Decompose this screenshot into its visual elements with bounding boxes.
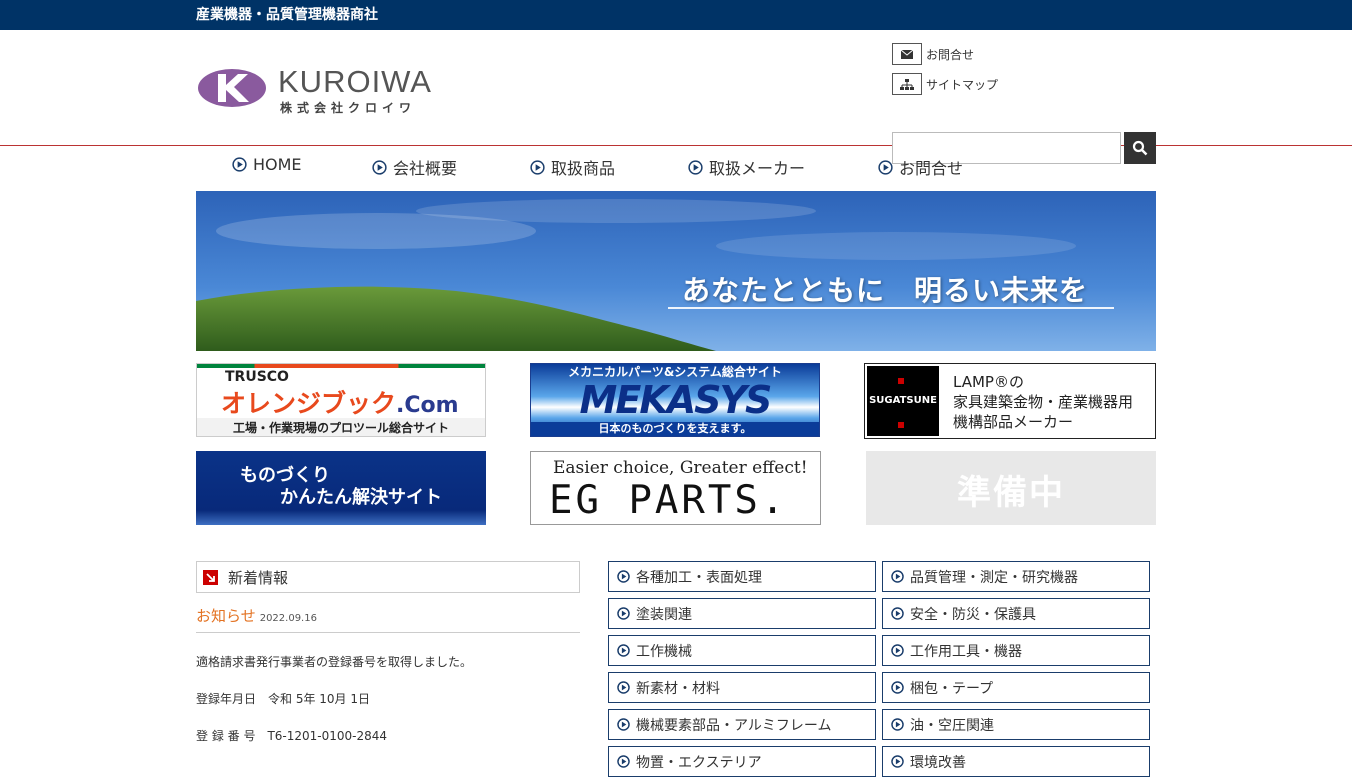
play-circle-icon <box>617 644 630 657</box>
trusco-caption: 工場・作業現場のプロツール総合サイト <box>197 418 485 436</box>
sitemap-icon <box>892 73 922 95</box>
banner-sugatsune[interactable]: SUGATSUNE LAMP®の 家具建築金物・産業機器用 機構部品メーカー <box>864 363 1156 439</box>
play-circle-icon <box>232 157 247 172</box>
category-link[interactable]: 安全・防災・保護具 <box>882 598 1150 629</box>
news-section: 新着情報 お知らせ 2022.09.16 適格請求書発行事業者の登録番号を取得しま… <box>196 561 580 744</box>
banner-mekasys[interactable]: メカニカルパーツ&システム総合サイト MEKASYS 日本のものづくりを支えます… <box>530 363 820 437</box>
nav-products[interactable]: 取扱商品 <box>530 155 615 179</box>
mekasys-bottom: 日本のものづくりを支えます。 <box>531 422 819 436</box>
header-link-label: お問合せ <box>926 47 975 62</box>
sugatsune-text: LAMP®の 家具建築金物・産業機器用 機構部品メーカー <box>953 373 1134 431</box>
site-logo[interactable]: KUROIWA 株式会社クロイワ <box>196 64 456 115</box>
kuroiwa-logo-icon <box>198 69 266 107</box>
header-link-contact[interactable]: お問合せ <box>892 43 998 65</box>
play-circle-icon <box>891 755 904 768</box>
nav-label: HOME <box>253 155 302 174</box>
banner-eg-parts[interactable]: Easier choice, Greater effect! EG PARTS. <box>530 451 821 525</box>
play-circle-icon <box>617 755 630 768</box>
banner-monozukuri[interactable]: ものづくり かんたん解決サイト <box>196 451 486 525</box>
category-link[interactable]: 工作機械 <box>608 635 876 666</box>
egparts-logo: EG PARTS. <box>549 478 788 523</box>
header-link-label: サイトマップ <box>926 77 999 92</box>
hero-slogan: あなたとともに 明るい未来を <box>682 274 1089 307</box>
news-body-3: 登 録 番 号 T6-1201-0100-2844 <box>196 729 388 743</box>
logo-name: KUROIWA <box>278 64 432 99</box>
egparts-tagline: Easier choice, Greater effect! <box>553 458 808 478</box>
trusco-brand: TRUSCO <box>225 369 289 385</box>
play-circle-icon <box>688 159 703 175</box>
category-link[interactable]: 新素材・材料 <box>608 672 876 703</box>
news-item-title[interactable]: お知らせ 2022.09.16 <box>196 605 580 633</box>
header-links: お問合せ サイトマップ <box>892 43 998 103</box>
header-link-sitemap[interactable]: サイトマップ <box>892 73 998 95</box>
banner-preparing: 準備中 <box>866 451 1156 525</box>
play-circle-icon <box>617 570 630 583</box>
banner-trusco-orangebook[interactable]: TRUSCO オレンジブック.Com 工場・作業現場のプロツール総合サイト <box>196 363 486 437</box>
category-link[interactable]: 塗装関連 <box>608 598 876 629</box>
nav-label: 会社概要 <box>393 159 458 178</box>
hero-underline <box>668 307 1114 309</box>
nav-label: 取扱商品 <box>551 159 616 178</box>
monozukuri-text: ものづくり かんたん解決サイト <box>240 465 442 508</box>
category-link[interactable]: 工作用工具・機器 <box>882 635 1150 666</box>
top-bar: 産業機器・品質管理機器商社 <box>0 0 1352 30</box>
play-circle-icon <box>372 159 387 175</box>
nav-company[interactable]: 会社概要 <box>372 155 457 179</box>
hero-banner: あなたとともに 明るい未来を <box>196 191 1156 351</box>
nav-home[interactable]: HOME <box>232 155 302 174</box>
category-link[interactable]: 油・空圧関連 <box>882 709 1150 740</box>
category-link[interactable]: 梱包・テープ <box>882 672 1150 703</box>
site-tagline: 産業機器・品質管理機器商社 <box>196 7 378 23</box>
nav-contact[interactable]: お問合せ <box>878 155 963 179</box>
category-link[interactable]: 物置・エクステリア <box>608 746 876 777</box>
main-nav: HOME 会社概要 取扱商品 取扱メーカー お問合せ <box>0 155 1352 183</box>
play-circle-icon <box>878 159 893 175</box>
logo-subtitle: 株式会社クロイワ <box>280 101 417 115</box>
arrow-down-right-icon <box>203 569 218 585</box>
category-link[interactable]: 環境改善 <box>882 746 1150 777</box>
trusco-title: オレンジブック.Com <box>221 389 459 418</box>
envelope-icon <box>892 43 922 65</box>
nav-label: お問合せ <box>899 159 964 178</box>
play-circle-icon <box>891 570 904 583</box>
search-icon <box>1132 140 1148 156</box>
play-circle-icon <box>617 681 630 694</box>
play-circle-icon <box>617 718 630 731</box>
news-date: 2022.09.16 <box>259 613 317 624</box>
play-circle-icon <box>530 159 545 175</box>
play-circle-icon <box>617 607 630 620</box>
mekasys-logo: MEKASYS <box>579 378 773 422</box>
news-heading: 新着情報 <box>196 561 580 593</box>
play-circle-icon <box>891 644 904 657</box>
play-circle-icon <box>891 607 904 620</box>
play-circle-icon <box>891 718 904 731</box>
category-link[interactable]: 品質管理・測定・研究機器 <box>882 561 1150 592</box>
play-circle-icon <box>891 681 904 694</box>
nav-makers[interactable]: 取扱メーカー <box>688 155 805 179</box>
preparing-text: 準備中 <box>957 473 1065 513</box>
nav-label: 取扱メーカー <box>709 159 806 178</box>
news-body-2: 登録年月日 令和 5年 10月 1日 <box>196 692 370 706</box>
news-body-1: 適格請求書発行事業者の登録番号を取得しました。 <box>196 655 473 669</box>
category-link[interactable]: 各種加工・表面処理 <box>608 561 876 592</box>
category-link[interactable]: 機械要素部品・アルミフレーム <box>608 709 876 740</box>
site-header: KUROIWA 株式会社クロイワ お問合せ サイトマップ <box>0 30 1352 164</box>
